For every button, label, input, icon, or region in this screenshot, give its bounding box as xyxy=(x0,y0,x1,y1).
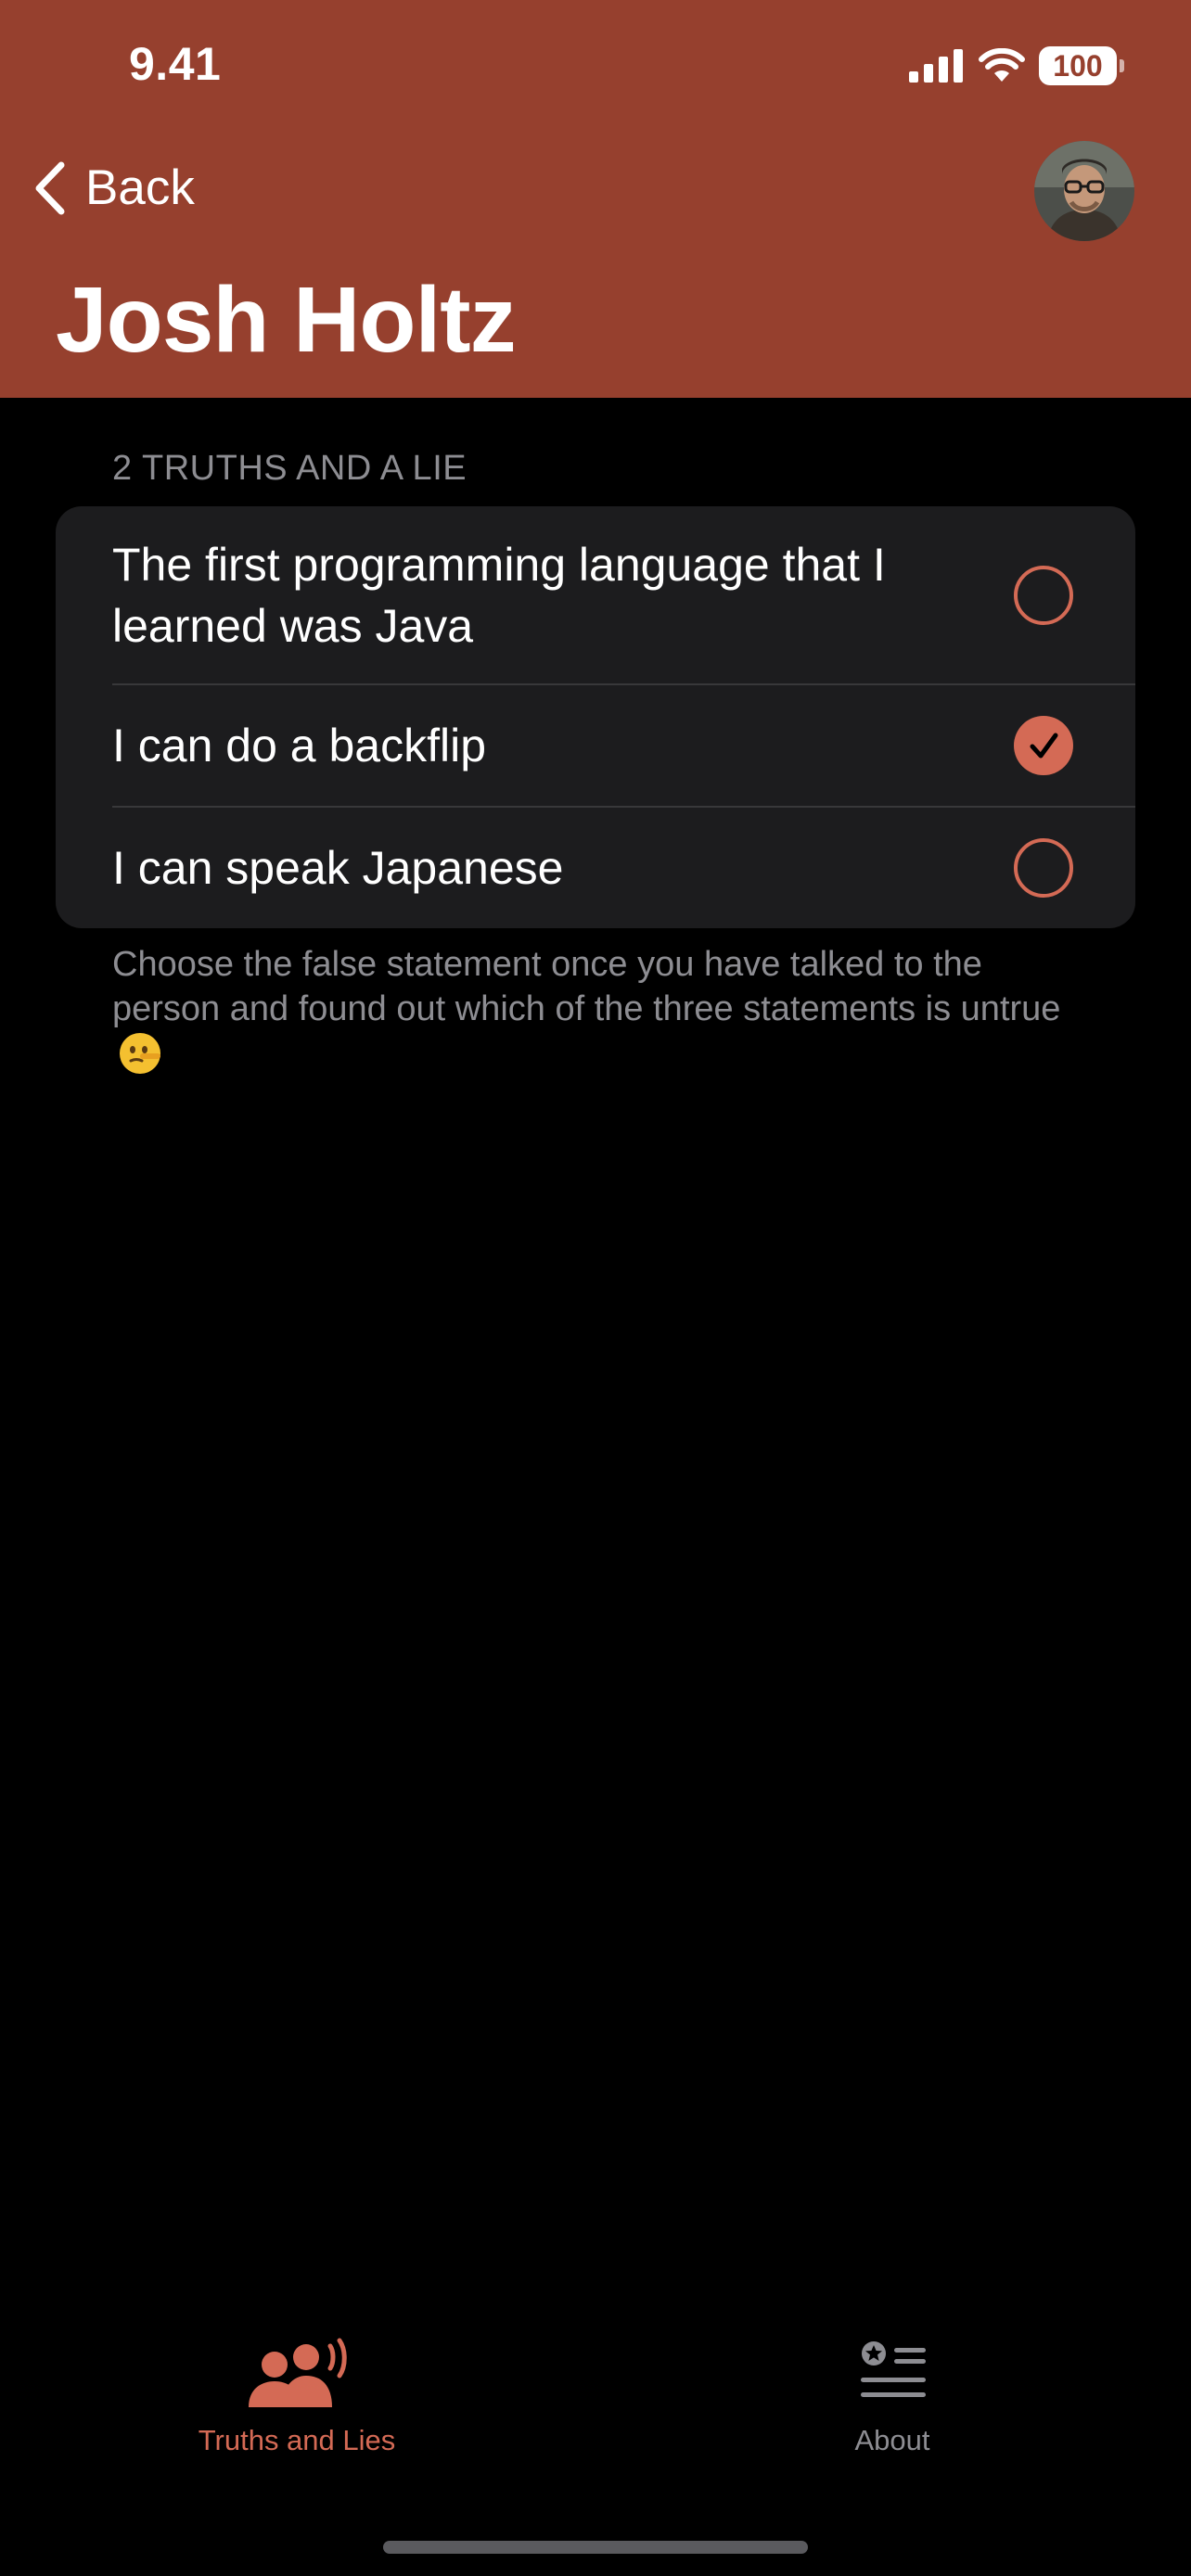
list-star-icon xyxy=(861,2341,926,2397)
avatar[interactable] xyxy=(1034,141,1134,241)
wifi-icon xyxy=(979,48,1025,82)
statement-text: I can speak Japanese xyxy=(112,842,564,894)
back-label: Back xyxy=(85,160,195,215)
status-icons: 100 xyxy=(909,46,1124,85)
tab-truths-and-lies[interactable]: Truths and Lies xyxy=(111,2337,482,2457)
section-footer: Choose the false statement once you have… xyxy=(112,942,1095,1087)
cellular-signal-icon xyxy=(909,49,963,83)
section-header: 2 TRUTHS AND A LIE xyxy=(112,449,467,488)
tab-label: Truths and Lies xyxy=(198,2424,396,2456)
profile-photo-icon xyxy=(1034,141,1134,241)
radio-unselected-icon[interactable] xyxy=(1013,837,1074,899)
statement-text: I can do a backflip xyxy=(112,720,487,772)
statement-text: The first programming language that I le… xyxy=(112,539,886,652)
statement-row-3[interactable]: I can speak Japanese xyxy=(56,808,1135,928)
home-indicator[interactable] xyxy=(383,2541,808,2554)
statements-list: The first programming language that I le… xyxy=(56,506,1135,928)
footer-text: Choose the false statement once you have… xyxy=(112,945,1061,1028)
navigation-header: 9.41 100 Back Josh Holtz xyxy=(0,0,1191,398)
back-button[interactable]: Back xyxy=(33,159,195,216)
radio-checked-icon[interactable] xyxy=(1013,715,1074,776)
tab-about[interactable]: About xyxy=(707,2337,1078,2457)
battery-icon: 100 xyxy=(1039,46,1124,85)
statement-row-1[interactable]: The first programming language that I le… xyxy=(56,506,1135,684)
status-time: 9.41 xyxy=(129,38,222,90)
statement-row-2[interactable]: I can do a backflip xyxy=(56,685,1135,807)
people-speaking-icon xyxy=(249,2338,347,2407)
chevron-left-icon xyxy=(35,161,65,214)
battery-level: 100 xyxy=(1053,48,1103,83)
lying-face-emoji: 🤥 xyxy=(118,1031,162,1087)
radio-unselected-icon[interactable] xyxy=(1013,565,1074,626)
tab-label: About xyxy=(854,2424,930,2456)
page-title: Josh Holtz xyxy=(56,268,517,372)
